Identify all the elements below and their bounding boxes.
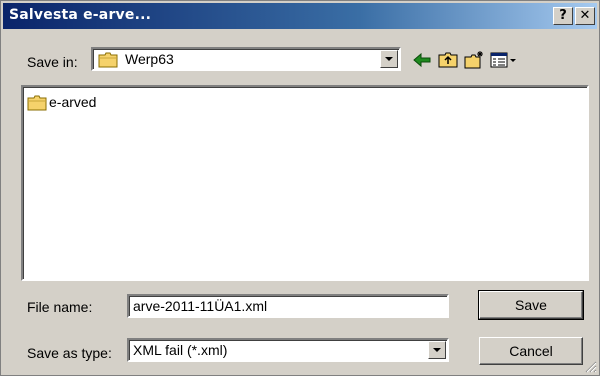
file-list[interactable]: e-arved — [21, 85, 589, 281]
save-in-value: Werp63 — [125, 51, 174, 67]
back-arrow-icon[interactable] — [411, 49, 433, 71]
cancel-button[interactable]: Cancel — [479, 337, 583, 365]
new-folder-icon[interactable] — [463, 49, 485, 71]
folder-icon — [27, 95, 47, 114]
close-button[interactable]: ✕ — [575, 7, 595, 25]
list-item-label: e-arved — [49, 94, 97, 110]
file-type-label: Save as type: — [27, 345, 112, 361]
help-button[interactable]: ? — [553, 7, 573, 25]
title-bar[interactable]: Salvesta e-arve... ? ✕ — [3, 3, 597, 29]
save-dialog: Salvesta e-arve... ? ✕ Save in: Werp63 e… — [0, 0, 600, 376]
file-type-combo[interactable]: XML fail (*.xml) — [127, 338, 449, 362]
file-type-value: XML fail (*.xml) — [133, 342, 228, 358]
view-menu-icon[interactable] — [489, 49, 519, 71]
file-type-dropdown-button[interactable] — [428, 341, 446, 359]
save-button[interactable]: Save — [478, 290, 584, 320]
up-folder-icon[interactable] — [437, 49, 459, 71]
save-in-label: Save in: — [27, 54, 78, 70]
file-name-input[interactable] — [127, 294, 449, 318]
save-in-combo[interactable]: Werp63 — [91, 47, 401, 71]
folder-icon — [98, 52, 118, 71]
window-title: Salvesta e-arve... — [9, 7, 152, 23]
save-in-dropdown-button[interactable] — [380, 50, 398, 68]
resize-grip-icon[interactable] — [583, 359, 597, 373]
file-name-label: File name: — [27, 299, 93, 315]
